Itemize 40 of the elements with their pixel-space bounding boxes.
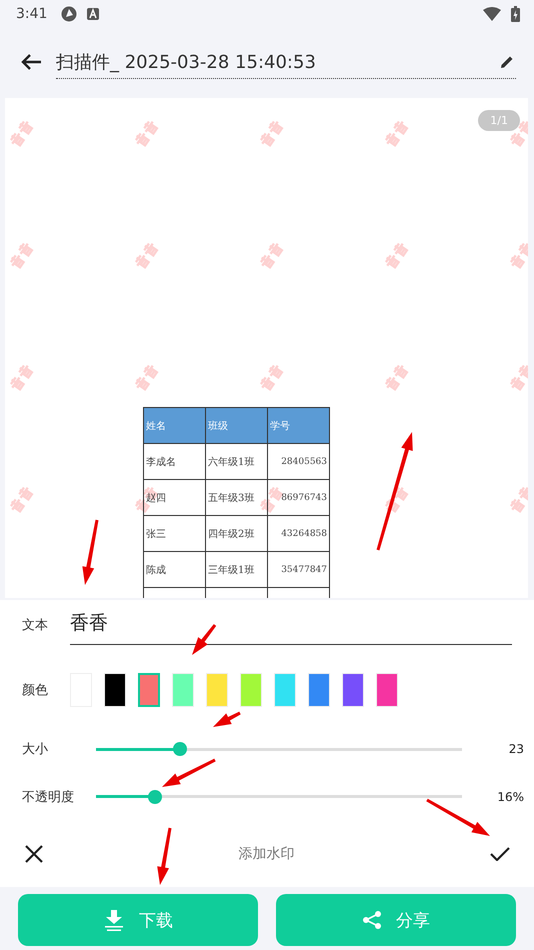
table-cell: 张三 — [144, 516, 206, 552]
table-cell: 陈成 — [144, 552, 206, 588]
table-cell: 28405563 — [268, 444, 330, 480]
battery-icon — [511, 6, 520, 22]
annotation-arrow — [426, 798, 490, 836]
table-cell: 六年级1班 — [206, 444, 268, 480]
table-cell: 五年级3班 — [206, 480, 268, 516]
annotation-arrow — [82, 520, 98, 585]
slider-value: 16% — [496, 790, 524, 804]
wifi-icon — [483, 7, 501, 21]
slider-value: 23 — [508, 742, 524, 756]
pencil-icon[interactable] — [500, 54, 514, 68]
table-header-cell: 班级 — [206, 408, 268, 444]
color-label: 颜色 — [22, 682, 49, 699]
close-icon[interactable] — [25, 845, 43, 864]
text-label: 文本 — [22, 617, 49, 634]
annotation-arrow — [162, 758, 216, 787]
status-time: 3:41 — [16, 6, 48, 22]
title-field[interactable]: 扫描件_ 2025-03-28 15:40:53 — [56, 46, 516, 78]
letter-a-icon — [87, 8, 100, 20]
annotation-arrow — [192, 624, 216, 655]
annotation-arrow — [213, 712, 241, 727]
table-cell: 43264858 — [268, 516, 330, 552]
panel-title: 添加水印 — [238, 845, 294, 864]
table-cell: 李成名 — [144, 444, 206, 480]
color-swatch[interactable] — [138, 672, 160, 707]
table-cell: 三年级1班 — [206, 552, 268, 588]
page-indicator: 1/1 — [478, 110, 520, 131]
back-arrow-icon[interactable] — [20, 53, 42, 71]
slider-label: 大小 — [22, 741, 49, 758]
table-cell: 赵四 — [144, 480, 206, 516]
table-cell: 四年级2班 — [206, 516, 268, 552]
table-header-cell: 学号 — [268, 408, 330, 444]
download-icon — [103, 909, 125, 931]
table-cell: 86976743 — [268, 480, 330, 516]
table-header-cell: 姓名 — [144, 408, 206, 444]
checkmark-icon[interactable] — [490, 847, 510, 862]
table-cell: 35477847 — [268, 552, 330, 588]
annotation-arrow — [157, 828, 172, 885]
share-icon — [362, 910, 382, 930]
